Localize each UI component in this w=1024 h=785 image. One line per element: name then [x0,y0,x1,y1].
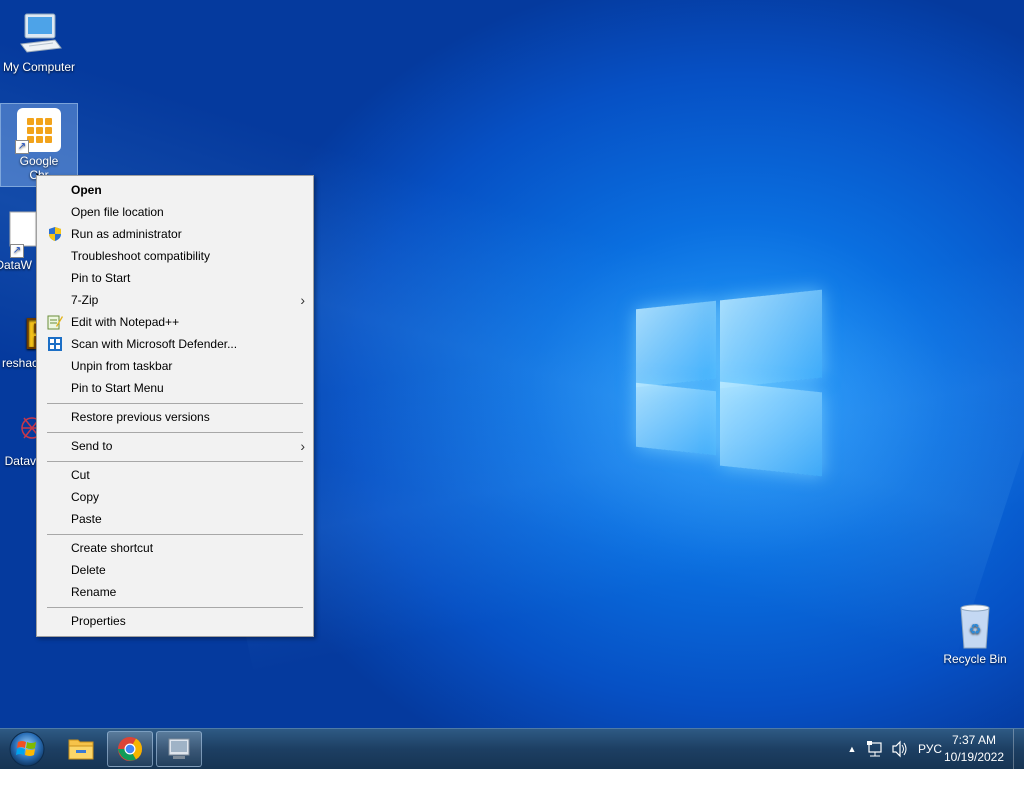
file-explorer-icon [68,739,94,760]
shortcut-arrow-icon: ↗ [15,140,29,154]
uac-shield-icon [47,226,63,242]
menu-separator [47,607,303,608]
chevron-right-icon: › [300,438,305,454]
chevron-up-icon: ▲ [847,744,857,754]
start-button[interactable] [6,730,48,768]
menu-separator [47,534,303,535]
desktop-icon-label: Recycle Bin [943,652,1007,666]
menu-item-send-to[interactable]: Send to › [39,435,311,457]
menu-item-label: Edit with Notepad++ [71,315,180,329]
menu-separator [47,461,303,462]
menu-item-label: Scan with Microsoft Defender... [71,337,238,351]
menu-item-pin-to-start-menu[interactable]: Pin to Start Menu [39,377,311,399]
windows-start-orb-icon [9,731,45,767]
menu-item-copy[interactable]: Copy [39,486,311,508]
tray-language[interactable]: РУС [918,729,944,769]
taskbar-file-explorer[interactable] [58,731,104,767]
app-icon [168,738,190,759]
menu-separator [47,403,303,404]
menu-separator [47,432,303,433]
menu-item-label: Restore previous versions [71,410,210,424]
menu-item-create-shortcut[interactable]: Create shortcut [39,537,311,559]
menu-item-label: Rename [71,585,117,599]
menu-item-label: Properties [71,614,126,628]
menu-item-label: Copy [71,490,100,504]
menu-item-label: Open [71,183,102,197]
show-hidden-icons-button[interactable]: ▲ [846,729,858,769]
menu-item-cut[interactable]: Cut [39,464,311,486]
defender-icon [47,336,63,352]
language-indicator: РУС [918,742,943,756]
speaker-icon [892,740,907,758]
menu-item-rename[interactable]: Rename [39,581,311,603]
menu-item-run-as-administrator[interactable]: Run as administrator [39,223,311,245]
menu-item-label: Create shortcut [71,541,154,555]
google-apps-icon: ↗ [15,108,61,154]
menu-item-troubleshoot-compatibility[interactable]: Troubleshoot compatibility [39,245,311,267]
menu-item-label: Troubleshoot compatibility [71,249,210,263]
menu-item-properties[interactable]: Properties [39,610,311,632]
menu-item-scan-with-defender[interactable]: Scan with Microsoft Defender... [39,333,311,355]
menu-item-unpin-from-taskbar[interactable]: Unpin from taskbar [39,355,311,377]
show-desktop-button[interactable] [1013,729,1024,769]
menu-item-label: Delete [71,563,106,577]
shortcut-arrow-icon: ↗ [10,244,24,258]
menu-item-label: Unpin from taskbar [71,359,173,373]
menu-item-label: Run as administrator [71,227,182,241]
menu-item-paste[interactable]: Paste [39,508,311,530]
taskbar-app[interactable] [156,731,202,767]
chevron-right-icon: › [300,292,305,308]
taskbar-clock[interactable]: 7:37 AM 10/19/2022 [942,732,1006,766]
context-menu: Open Open file location Run as administr… [36,175,314,637]
desktop-icon-recycle-bin[interactable]: ♻ Recycle Bin [937,598,1013,670]
menu-item-delete[interactable]: Delete [39,559,311,581]
menu-item-label: Pin to Start Menu [71,381,164,395]
svg-text:♻: ♻ [969,622,982,638]
menu-item-label: Paste [71,512,102,526]
desktop-icon-my-computer[interactable]: My Computer [1,6,77,78]
clock-time: 7:37 AM [951,733,997,747]
menu-item-label: Cut [71,468,90,482]
network-icon [867,741,882,757]
computer-icon [15,10,63,58]
menu-item-label: 7-Zip [71,293,99,307]
desktop-icon-label: My Computer [2,60,76,74]
menu-item-pin-to-start[interactable]: Pin to Start [39,267,311,289]
chrome-icon [118,737,142,761]
taskbar: ▲ РУС 7:37 AM 10/19/2022 [0,728,1024,769]
clock-date: 10/19/2022 [943,750,1005,764]
menu-item-edit-with-notepad[interactable]: Edit with Notepad++ [39,311,311,333]
menu-item-label: Send to [71,439,113,453]
menu-item-restore-previous-versions[interactable]: Restore previous versions [39,406,311,428]
menu-item-label: Pin to Start [71,271,131,285]
menu-item-7zip[interactable]: 7-Zip › [39,289,311,311]
tray-volume[interactable] [890,729,910,769]
taskbar-chrome[interactable] [107,731,153,767]
menu-item-label: Open file location [71,205,164,219]
notepad-plus-plus-icon [47,314,63,330]
recycle-bin-icon: ♻ [951,602,999,650]
menu-item-open[interactable]: Open [39,179,311,201]
desktop[interactable]: My Computer ↗ Google Chr ↗ DataW R [0,0,1024,728]
windows-logo-wallpaper [636,289,822,479]
menu-item-open-file-location[interactable]: Open file location [39,201,311,223]
tray-network[interactable] [866,729,886,769]
